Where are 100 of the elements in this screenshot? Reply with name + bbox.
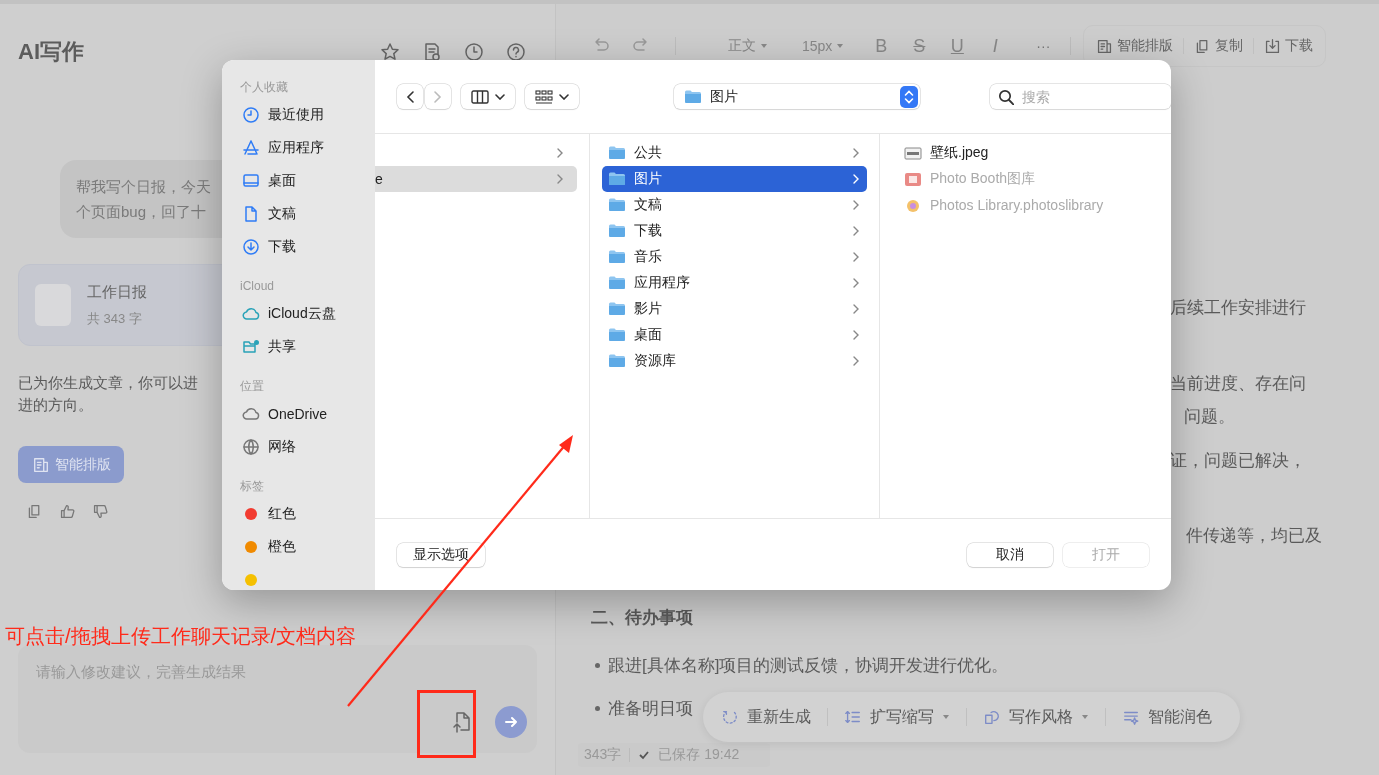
paragraph-text: 证，问题已解决， bbox=[1170, 450, 1307, 472]
expand-icon bbox=[844, 708, 862, 726]
folder-icon bbox=[608, 327, 626, 343]
file-row[interactable]: 壁纸.jpeg bbox=[898, 140, 1159, 166]
folder-row[interactable]: 资源库 bbox=[602, 348, 867, 374]
folder-icon bbox=[684, 88, 702, 105]
section-heading: 二、待办事项 bbox=[591, 607, 694, 629]
sidebar-item[interactable]: 最近使用 bbox=[242, 98, 375, 131]
sidebar-heading: 位置 bbox=[240, 378, 265, 395]
polish-button[interactable]: 智能润色 bbox=[1122, 706, 1212, 728]
chevron-right-icon bbox=[557, 148, 563, 158]
paragraph-text: 件传递等，均已及 bbox=[1186, 525, 1323, 547]
chevron-left-icon bbox=[405, 89, 415, 104]
download-icon bbox=[242, 237, 260, 256]
search-field[interactable]: 搜索 bbox=[990, 84, 1171, 109]
copy-button[interactable]: 复制 bbox=[1194, 37, 1244, 55]
sidebar-item[interactable]: 应用程序 bbox=[242, 131, 375, 164]
bullet-text: 准备明日项 bbox=[608, 698, 693, 720]
reply-text: 进的方向。 bbox=[18, 395, 93, 415]
reply-text: 已为你生成文章，你可以进 bbox=[18, 373, 198, 393]
chevron-right-icon bbox=[853, 174, 859, 184]
sidebar-item[interactable]: OneDrive bbox=[242, 397, 375, 430]
thumbs-up-icon[interactable] bbox=[59, 503, 76, 520]
caret-icon bbox=[760, 42, 768, 50]
sidebar-item[interactable]: 红色 bbox=[242, 497, 375, 530]
photos-library-icon bbox=[904, 197, 922, 213]
folder-icon bbox=[608, 275, 626, 291]
highlight-box bbox=[417, 690, 476, 758]
bullet-icon bbox=[595, 706, 600, 711]
favorite-icon[interactable] bbox=[380, 42, 400, 62]
download-button[interactable]: 下载 bbox=[1264, 37, 1314, 55]
paragraph-text: 后续工作安排进行 bbox=[1170, 297, 1307, 319]
folder-row[interactable]: 文稿 bbox=[602, 192, 867, 218]
chevron-right-icon bbox=[853, 278, 859, 288]
chevron-down-icon bbox=[559, 93, 569, 100]
caret-icon bbox=[942, 713, 950, 721]
folder-icon bbox=[608, 301, 626, 317]
check-icon bbox=[638, 749, 651, 761]
app-store-icon bbox=[242, 138, 260, 157]
sidebar-heading: iCloud bbox=[240, 278, 276, 295]
folder-row[interactable]: 音乐 bbox=[602, 244, 867, 270]
sidebar-item[interactable]: 网络 bbox=[242, 430, 375, 463]
message-text: 帮我写个日报，今天 bbox=[76, 177, 211, 197]
cancel-button[interactable]: 取消 bbox=[967, 542, 1053, 567]
columns-icon bbox=[471, 89, 489, 104]
sidebar-item[interactable]: 橙色 bbox=[242, 530, 375, 563]
folder-dropdown[interactable]: 图片 bbox=[674, 84, 920, 109]
paragraph-text: 当前进度、存在问 bbox=[1170, 373, 1307, 395]
message-text: 个页面bug，回了十 bbox=[76, 202, 207, 222]
caret-icon bbox=[1081, 713, 1089, 721]
folder-row[interactable]: 下载 bbox=[602, 218, 867, 244]
folder-row[interactable]: 公共 bbox=[602, 140, 867, 166]
stepper-icon bbox=[900, 85, 918, 108]
grid-icon bbox=[535, 89, 553, 104]
folder-row[interactable]: 图片 bbox=[602, 166, 867, 192]
sidebar-item[interactable]: 下载 bbox=[242, 230, 375, 263]
writing-style-button[interactable]: 写作风格 bbox=[983, 706, 1089, 728]
folder-row[interactable]: e bbox=[375, 166, 577, 192]
folder-icon bbox=[608, 145, 626, 161]
folder-row[interactable]: 应用程序 bbox=[602, 270, 867, 296]
folder-icon bbox=[608, 353, 626, 369]
expand-shorten-button[interactable]: 扩写缩写 bbox=[844, 706, 950, 728]
smart-format-button[interactable]: 智能排版 bbox=[1096, 37, 1174, 55]
folder-icon bbox=[608, 223, 626, 239]
regenerate-button[interactable]: 重新生成 bbox=[721, 706, 811, 728]
chevron-down-icon bbox=[495, 93, 505, 100]
clock-icon bbox=[242, 105, 260, 124]
document-title: 工作日报 bbox=[87, 282, 147, 302]
style-icon bbox=[983, 708, 1001, 726]
help-icon[interactable] bbox=[506, 42, 526, 62]
sidebar-item[interactable]: 文稿 bbox=[242, 197, 375, 230]
format-icon bbox=[1096, 37, 1114, 55]
shared-folder-icon bbox=[242, 337, 260, 356]
back-button[interactable] bbox=[397, 84, 423, 109]
paragraph-text: 问题。 bbox=[1184, 406, 1236, 428]
chevron-right-icon bbox=[853, 252, 859, 262]
sidebar-item[interactable]: 桌面 bbox=[242, 164, 375, 197]
thumbs-down-icon[interactable] bbox=[92, 503, 109, 520]
globe-icon bbox=[242, 437, 260, 456]
chevron-right-icon bbox=[853, 356, 859, 366]
app-title: AI写作 bbox=[18, 38, 84, 66]
folder-row[interactable]: 影片 bbox=[602, 296, 867, 322]
chevron-right-icon bbox=[853, 148, 859, 158]
download-icon bbox=[1264, 37, 1282, 55]
folder-row[interactable]: 桌面 bbox=[602, 322, 867, 348]
bullet-text: 跟进[具体名称]项目的测试反馈，协调开发进行优化。 bbox=[608, 655, 1009, 677]
folder-icon bbox=[608, 249, 626, 265]
word-count: 共 343 字 bbox=[87, 309, 143, 328]
format-icon bbox=[31, 455, 50, 474]
sidebar-heading: 个人收藏 bbox=[240, 79, 289, 96]
desktop-icon bbox=[242, 171, 260, 190]
grid-view-button[interactable] bbox=[525, 84, 579, 109]
column-view-button[interactable] bbox=[461, 84, 515, 109]
chevron-right-icon bbox=[853, 330, 859, 340]
chevron-right-icon bbox=[853, 226, 859, 236]
history-icon[interactable] bbox=[464, 42, 484, 62]
chevron-right-icon bbox=[557, 174, 563, 184]
regenerate-icon bbox=[721, 708, 739, 726]
show-options-button[interactable]: 显示选项 bbox=[397, 542, 485, 567]
image-file-icon bbox=[904, 145, 922, 161]
